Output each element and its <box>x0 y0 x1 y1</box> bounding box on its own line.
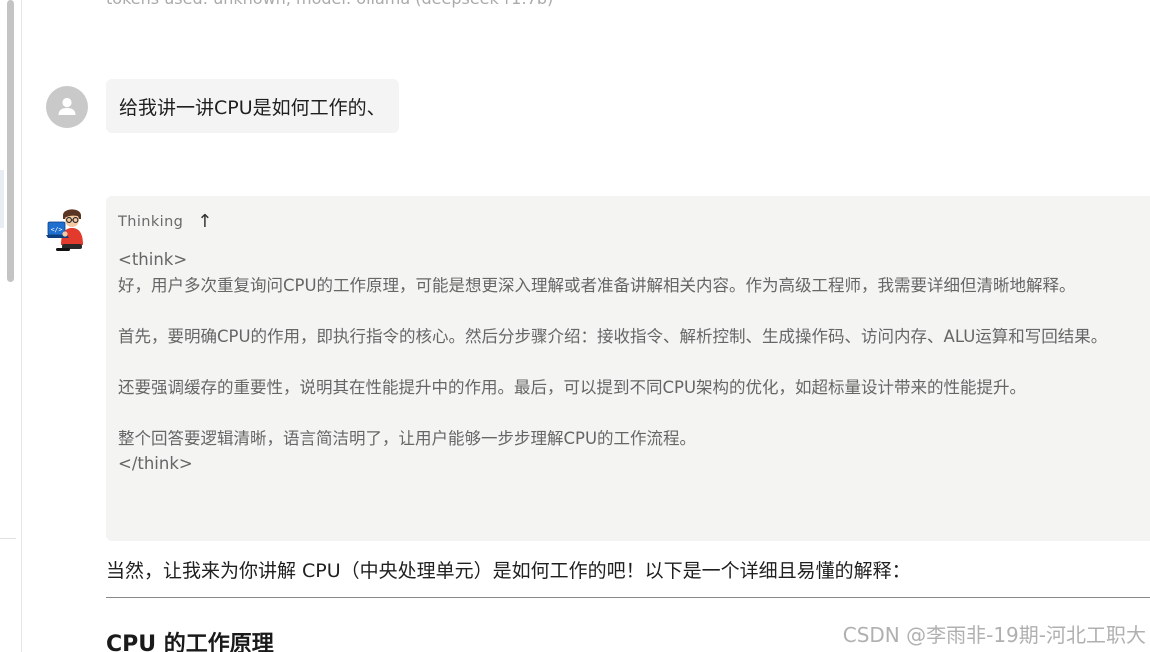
thinking-paragraph: 整个回答要逻辑清晰，语言简洁明了，让用户能够一步步理解CPU的工作流程。 <box>118 428 697 448</box>
message-meta: tokens used: unknown, model: ollama (dee… <box>106 0 553 8</box>
thinking-toggle[interactable]: Thinking ↑ <box>118 210 1138 234</box>
sidebar-divider <box>21 0 22 652</box>
horizontal-rule <box>106 597 1150 598</box>
think-open-tag: <think> <box>118 250 188 269</box>
thinking-label: Thinking <box>118 214 184 230</box>
sidebar-collapsed-edge[interactable] <box>0 170 4 228</box>
assistant-avatar-icon: </> <box>44 207 90 253</box>
user-message-text: 给我讲一讲CPU是如何工作的、 <box>119 96 386 119</box>
user-avatar-icon <box>46 86 88 128</box>
scrollbar-thumb[interactable] <box>7 0 14 282</box>
arrow-up-icon[interactable]: ↑ <box>197 213 212 231</box>
sidebar-separator <box>0 538 16 539</box>
think-close-tag: </think> <box>118 454 193 473</box>
svg-text:</>: </> <box>51 226 63 234</box>
thinking-paragraph: 首先，要明确CPU的作用，即执行指令的核心。然后分步骤介绍：接收指令、解析控制、… <box>118 326 1108 346</box>
answer-intro-text: 当然，让我来为你讲解 CPU（中央处理单元）是如何工作的吧！以下是一个详细且易懂… <box>106 560 911 582</box>
chat-page: tokens used: unknown, model: ollama (dee… <box>0 0 1150 652</box>
answer-heading: CPU 的工作原理 <box>106 632 274 652</box>
watermark: CSDN @李雨非-19期-河北工职大 <box>842 623 1146 647</box>
thinking-content: <think> 好，用户多次重复询问CPU的工作原理，可能是想更深入理解或者准备… <box>118 247 1138 477</box>
user-message-bubble: 给我讲一讲CPU是如何工作的、 <box>106 79 399 133</box>
thinking-paragraph: 好，用户多次重复询问CPU的工作原理，可能是想更深入理解或者准备讲解相关内容。作… <box>118 275 1076 295</box>
thinking-paragraph: 还要强调缓存的重要性，说明其在性能提升中的作用。最后，可以提到不同CPU架构的优… <box>118 377 1027 397</box>
thinking-panel: Thinking ↑ <think> 好，用户多次重复询问CPU的工作原理，可能… <box>106 196 1150 541</box>
